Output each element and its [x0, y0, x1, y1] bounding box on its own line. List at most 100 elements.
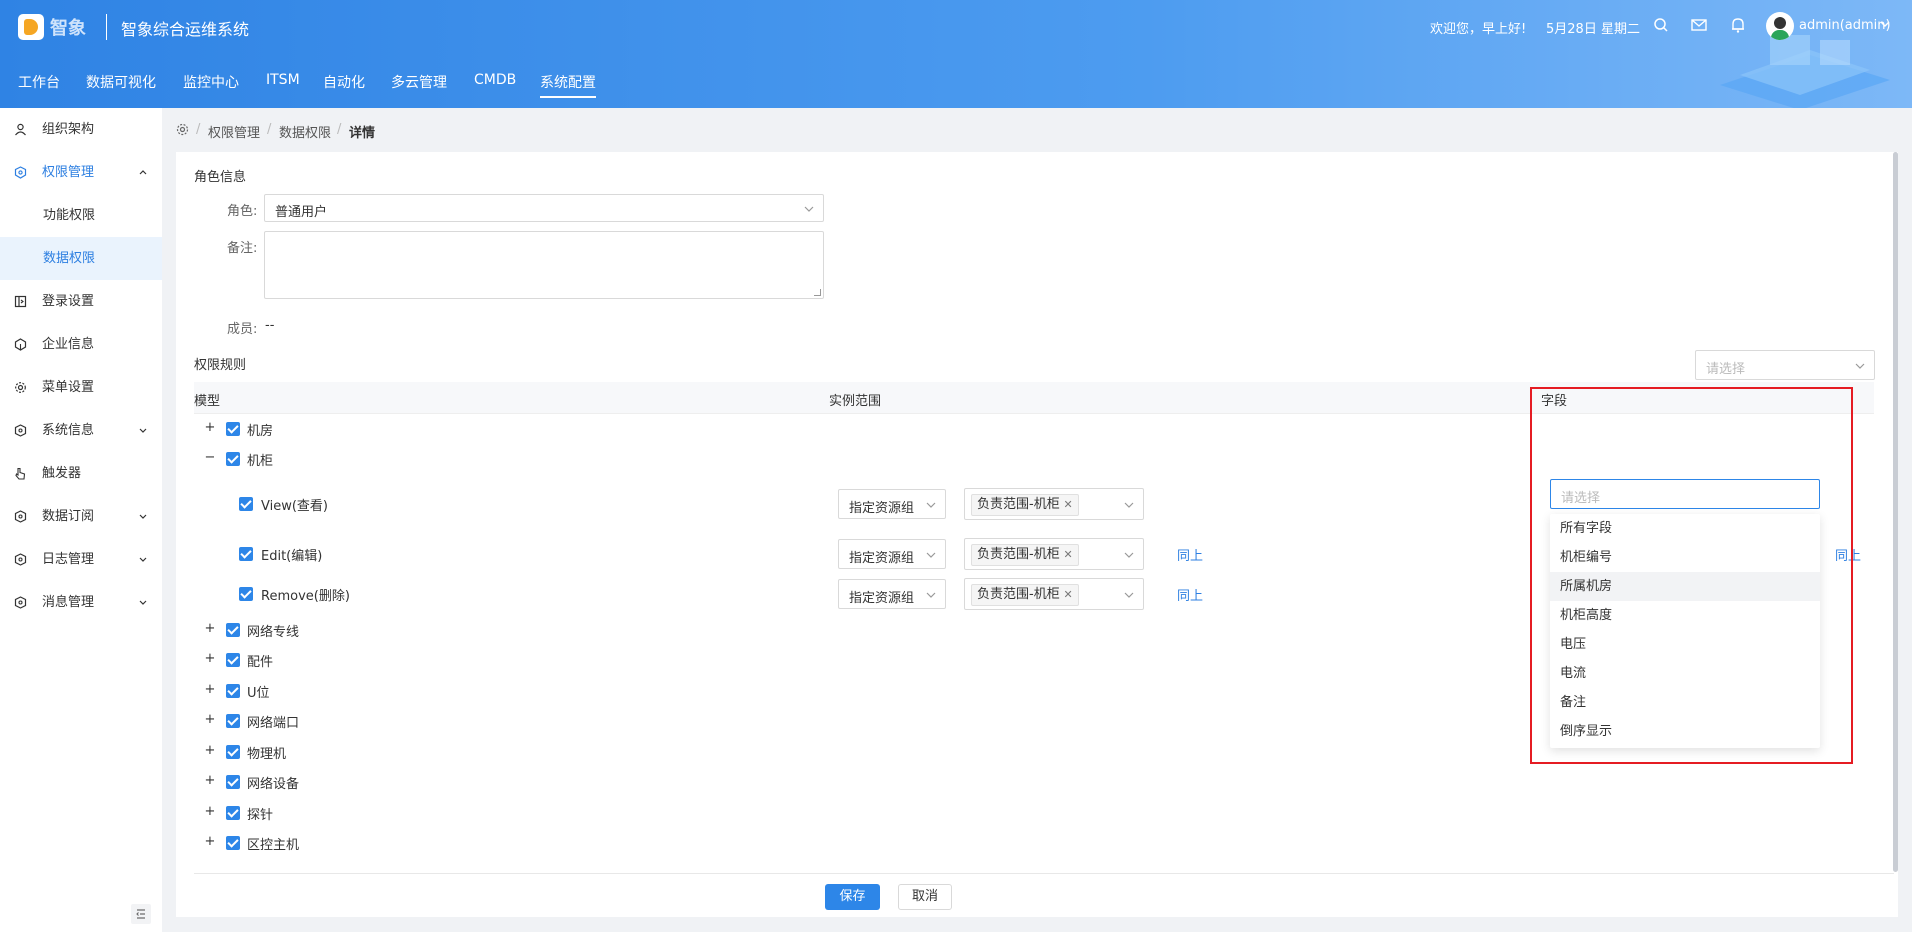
nav-item-automation[interactable]: 自动化 [323, 72, 365, 98]
remark-textarea[interactable] [264, 231, 824, 299]
chevron-up-icon [139, 170, 147, 175]
checkbox-checked[interactable] [226, 775, 240, 789]
shield-icon [14, 166, 27, 179]
sidebar-collapse-button[interactable] [131, 904, 151, 924]
sidebar-item-data-subscription[interactable]: 数据订阅 [0, 495, 162, 538]
resource-group-select[interactable]: 负责范围-机柜 ✕ [964, 578, 1144, 610]
breadcrumb-item-current: 详情 [349, 126, 376, 141]
mail-icon[interactable] [1690, 16, 1708, 34]
chevron-down-icon [926, 552, 936, 558]
nav-item-workbench[interactable]: 工作台 [18, 72, 60, 98]
checkbox-checked[interactable] [226, 806, 240, 820]
sidebar-item-label: 日志管理 [42, 552, 95, 567]
close-icon[interactable]: ✕ [1063, 585, 1072, 605]
expand-plus-icon[interactable]: + [204, 622, 216, 635]
role-label: 角色: [227, 204, 258, 219]
checkbox-checked[interactable] [226, 653, 240, 667]
tag-label: 负责范围-机柜 [977, 497, 1060, 512]
save-button[interactable]: 保存 [825, 884, 880, 910]
tree-label: Remove(删除) [261, 589, 350, 604]
nav-item-multicloud[interactable]: 多云管理 [391, 72, 447, 98]
checkbox-checked[interactable] [226, 714, 240, 728]
sidebar-item-function-permission[interactable]: 功能权限 [0, 194, 162, 237]
expand-plus-icon[interactable]: + [204, 774, 216, 787]
sidebar-item-login-settings[interactable]: 登录设置 [0, 280, 162, 323]
sidebar-item-system-info[interactable]: 系统信息 [0, 409, 162, 452]
column-header-instance-scope: 实例范围 [829, 394, 882, 409]
scope-select[interactable]: 指定资源组 [838, 489, 946, 519]
sidebar-item-label: 权限管理 [42, 165, 95, 180]
members-label: 成员: [227, 322, 258, 337]
breadcrumb-item-data-permission[interactable]: 数据权限 [279, 122, 331, 141]
sidebar-item-message-management[interactable]: 消息管理 [0, 581, 162, 624]
bell-icon[interactable] [1729, 16, 1747, 34]
sidebar-item-label: 登录设置 [42, 294, 95, 309]
scope-select-value: 指定资源组 [849, 501, 915, 516]
nav-item-monitoring[interactable]: 监控中心 [183, 72, 239, 98]
expand-plus-icon[interactable]: + [204, 835, 216, 848]
sidebar-item-log-management[interactable]: 日志管理 [0, 538, 162, 581]
rules-filter-select[interactable]: 请选择 [1695, 350, 1875, 380]
avatar[interactable] [1766, 12, 1794, 40]
tree-label: U位 [247, 686, 270, 701]
resource-group-select[interactable]: 负责范围-机柜 ✕ [964, 488, 1144, 520]
user-name[interactable]: admin(admin) [1799, 18, 1891, 33]
checkbox-checked[interactable] [226, 745, 240, 759]
checkbox-checked[interactable] [226, 422, 240, 436]
user-icon [15, 123, 26, 136]
sidebar-item-trigger[interactable]: 触发器 [0, 452, 162, 495]
resource-group-select[interactable]: 负责范围-机柜 ✕ [964, 538, 1144, 570]
close-icon[interactable]: ✕ [1063, 545, 1072, 565]
nav-item-itsm[interactable]: ITSM [266, 72, 300, 98]
chevron-down-icon [139, 557, 147, 562]
checkbox-checked[interactable] [239, 587, 253, 601]
expand-plus-icon[interactable]: + [204, 421, 216, 434]
scope-select-value: 指定资源组 [849, 551, 915, 566]
expand-plus-icon[interactable]: + [204, 744, 216, 757]
cancel-button[interactable]: 取消 [898, 884, 952, 910]
checkbox-checked[interactable] [226, 452, 240, 466]
search-icon[interactable] [1652, 16, 1670, 34]
role-select[interactable]: 普通用户 [264, 194, 824, 222]
tree-label: 配件 [247, 655, 274, 670]
checkbox-checked[interactable] [226, 684, 240, 698]
collapse-minus-icon[interactable]: − [204, 451, 216, 464]
chevron-down-icon [926, 592, 936, 598]
nav-item-cmdb[interactable]: CMDB [474, 72, 516, 98]
chevron-down-icon [804, 206, 814, 212]
expand-plus-icon[interactable]: + [204, 683, 216, 696]
expand-plus-icon[interactable]: + [204, 805, 216, 818]
chevron-down-icon [926, 502, 936, 508]
sidebar-item-org[interactable]: 组织架构 [0, 108, 162, 151]
remark-label: 备注: [227, 241, 258, 256]
scope-select[interactable]: 指定资源组 [838, 579, 946, 609]
breadcrumb-separator: / [267, 122, 272, 137]
sidebar-item-label: 菜单设置 [42, 380, 95, 395]
checkbox-checked[interactable] [226, 623, 240, 637]
expand-plus-icon[interactable]: + [204, 713, 216, 726]
login-icon [14, 295, 27, 308]
tree-label: View(查看) [261, 499, 328, 514]
checkbox-checked[interactable] [226, 836, 240, 850]
nav-item-data-visualization[interactable]: 数据可视化 [86, 72, 156, 98]
same-as-above-link[interactable]: 同上 [1177, 545, 1203, 564]
checkbox-checked[interactable] [239, 547, 253, 561]
sidebar-item-permission[interactable]: 权限管理 [0, 151, 162, 194]
sidebar-item-label: 系统信息 [42, 423, 95, 438]
vertical-scrollbar[interactable] [1893, 152, 1898, 872]
breadcrumb-item-permission[interactable]: 权限管理 [208, 122, 260, 141]
nav-item-system-config[interactable]: 系统配置 [540, 72, 596, 98]
tree-label: 网络端口 [247, 716, 300, 731]
same-as-above-link[interactable]: 同上 [1177, 585, 1203, 604]
home-icon[interactable] [176, 123, 189, 136]
checkbox-checked[interactable] [239, 497, 253, 511]
building-icon [14, 338, 27, 351]
sidebar-item-menu-settings[interactable]: 菜单设置 [0, 366, 162, 409]
expand-plus-icon[interactable]: + [204, 652, 216, 665]
scope-select[interactable]: 指定资源组 [838, 539, 946, 569]
sidebar-item-data-permission[interactable]: 数据权限 [0, 237, 162, 280]
sidebar-item-company-info[interactable]: 企业信息 [0, 323, 162, 366]
close-icon[interactable]: ✕ [1063, 495, 1072, 515]
chevron-down-icon[interactable] [1880, 19, 1890, 29]
cube-icon [14, 553, 27, 566]
